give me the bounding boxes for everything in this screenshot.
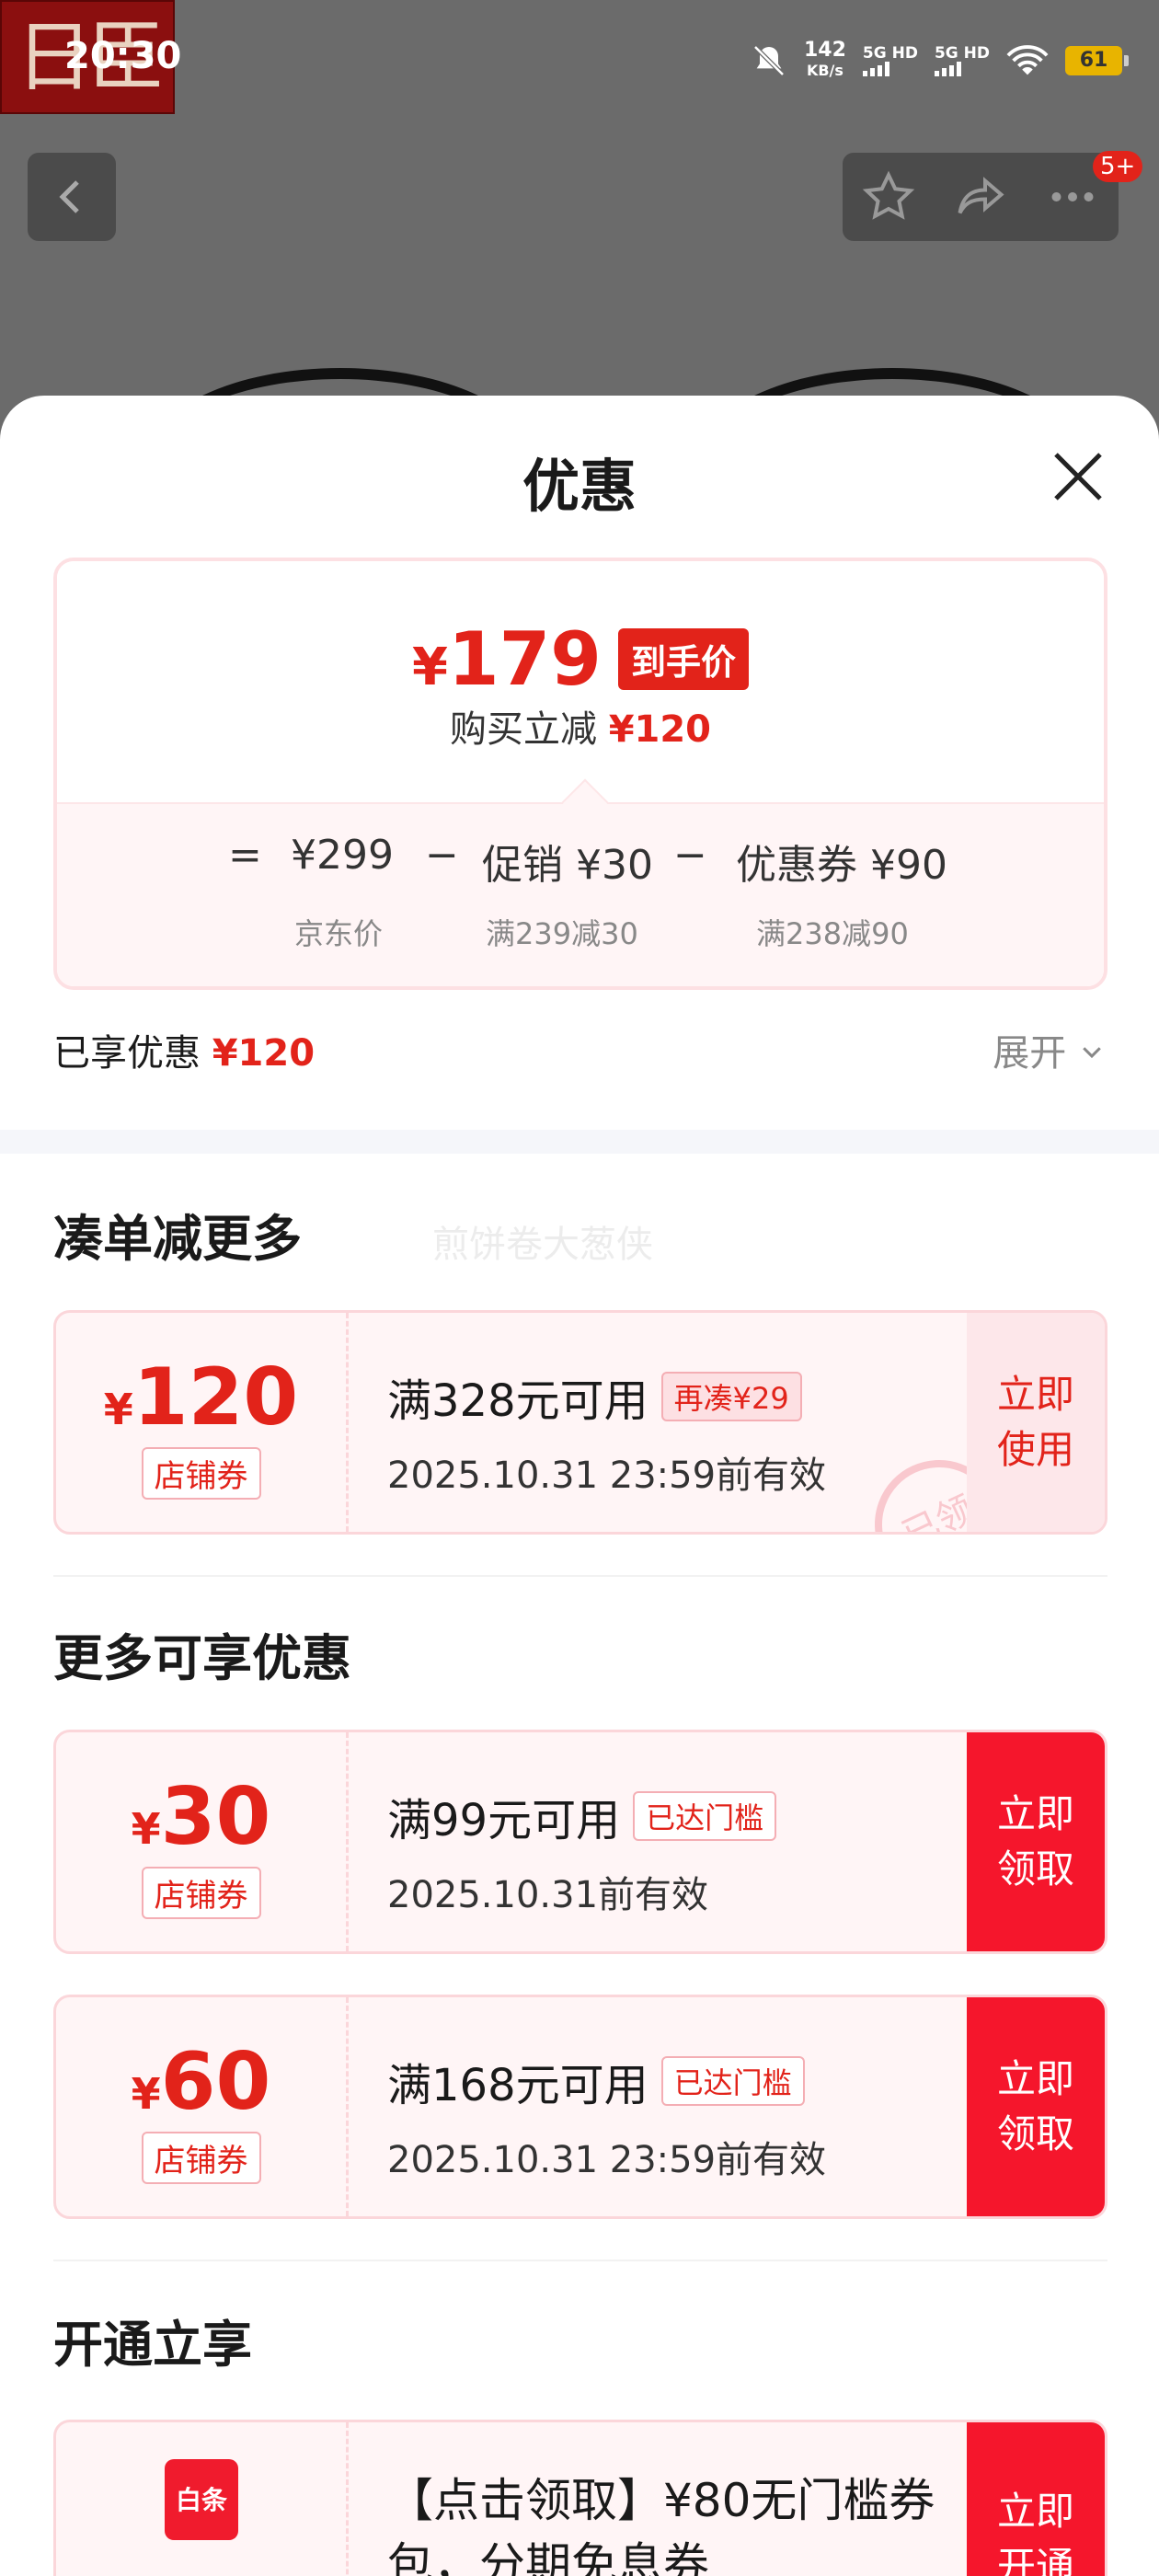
sheet-title: 优惠 bbox=[522, 453, 637, 520]
coupon-type: 店铺券 bbox=[141, 2132, 261, 2184]
base-price-label: 京东价 bbox=[294, 916, 384, 951]
coupon-validity: 2025.10.31前有效 bbox=[387, 1874, 709, 1916]
baitiao-icon: 白条 bbox=[165, 2459, 238, 2540]
coupon-condition: 满99元可用 bbox=[387, 1795, 621, 1846]
base-price: ¥299 bbox=[291, 832, 394, 879]
use-now-button[interactable]: 立即 使用 bbox=[967, 1313, 1105, 1532]
coupon-card: ¥30 店铺券 满99元可用 已达门槛 2025.10.31前有效 立即 领取 bbox=[53, 1730, 1107, 1954]
star-icon[interactable] bbox=[861, 169, 916, 224]
top-actions bbox=[843, 153, 1119, 241]
open-now-button[interactable]: 立即 开通 bbox=[967, 2422, 1105, 2576]
network-speed: 142 KB/s bbox=[803, 39, 846, 80]
more-icon[interactable] bbox=[1045, 169, 1100, 224]
chevron-down-icon bbox=[1083, 1047, 1101, 1059]
close-icon[interactable] bbox=[1045, 443, 1111, 510]
share-icon[interactable] bbox=[953, 169, 1008, 224]
final-price-tag: 到手价 bbox=[617, 628, 749, 690]
status-time: 20:30 bbox=[64, 35, 182, 77]
coupon-label: 满238减90 bbox=[756, 916, 909, 951]
promotion-sheet: 优惠 ¥179 到手价 购买立减 ¥120 = ¥299 京东价 − 促销 ¥3… bbox=[0, 396, 1159, 2576]
signal-icon: 5G HD bbox=[862, 45, 918, 76]
notification-badge: 5+ bbox=[1093, 151, 1143, 182]
coupon-amount: ¥60 bbox=[131, 2036, 271, 2128]
enjoyed-discount: 已享优惠 ¥120 bbox=[53, 1032, 316, 1075]
section-title-more: 更多可享优惠 bbox=[53, 1629, 351, 1687]
expand-button[interactable]: 展开 bbox=[993, 1023, 1106, 1076]
mute-bell-icon bbox=[753, 45, 785, 76]
coupon-card: ¥120 店铺券 满328元可用 再凑¥29 2025.10.31 23:59前有… bbox=[53, 1310, 1107, 1535]
coupon-amount: ¥120 bbox=[103, 1351, 299, 1443]
coupon-condition: 满168元可用 bbox=[387, 2060, 648, 2111]
divider bbox=[53, 2260, 1107, 2261]
coupon-amount: ¥30 bbox=[131, 1771, 271, 1863]
coupon-tag: 已达门槛 bbox=[660, 2056, 805, 2106]
wifi-icon bbox=[1006, 45, 1049, 75]
promo-label: 满239减30 bbox=[486, 916, 638, 951]
coupon-card: ¥60 店铺券 满168元可用 已达门槛 2025.10.31 23:59前有效 … bbox=[53, 1995, 1107, 2219]
back-button[interactable] bbox=[28, 153, 116, 241]
claim-button[interactable]: 立即 领取 bbox=[967, 1997, 1105, 2216]
coupon-type: 店铺券 bbox=[141, 1447, 261, 1500]
coupon-type: 店铺券 bbox=[141, 1867, 261, 1919]
price-summary-card: ¥179 到手价 购买立减 ¥120 = ¥299 京东价 − 促销 ¥30 满… bbox=[53, 558, 1107, 990]
signal-icon: 5G HD bbox=[934, 45, 990, 76]
coupon-validity: 2025.10.31 23:59前有效 bbox=[387, 2139, 827, 2181]
baitiao-card: 白条 京东白条 【点击领取】¥80无门槛券包，分期免息券 立即开通 bbox=[53, 2420, 1107, 2576]
battery-icon: 61 bbox=[1065, 46, 1129, 75]
promo-value: 促销 ¥30 bbox=[482, 842, 653, 889]
claim-button[interactable]: 立即 领取 bbox=[967, 1732, 1105, 1951]
price-formula: = ¥299 京东价 − 促销 ¥30 满239减30 − 优惠券 ¥90 满2… bbox=[57, 802, 1104, 986]
baitiao-name: 京东白条 bbox=[93, 2566, 262, 2576]
section-title-open: 开通立享 bbox=[53, 2316, 252, 2374]
final-price: ¥179 到手价 bbox=[57, 616, 1104, 702]
coupon-condition: 满328元可用 bbox=[387, 1375, 648, 1427]
status-icons: 142 KB/s 5G HD 5G HD 61 bbox=[751, 33, 1129, 88]
status-bar: 日臣 20:30 142 KB/s 5G HD 5G HD 61 bbox=[0, 0, 1159, 120]
back-icon bbox=[59, 180, 79, 213]
coupon-tag: 再凑¥29 bbox=[660, 1372, 802, 1421]
section-title-combine: 凑单减更多 bbox=[53, 1210, 302, 1268]
section-separator bbox=[0, 1130, 1159, 1154]
watermark: 煎饼卷大葱侠 bbox=[432, 1224, 653, 1266]
coupon-value: 优惠券 ¥90 bbox=[736, 842, 947, 889]
coupon-tag: 已达门槛 bbox=[633, 1791, 777, 1841]
divider bbox=[53, 1575, 1107, 1577]
coupon-validity: 2025.10.31 23:59前有效 bbox=[387, 1455, 827, 1497]
baitiao-offer-text: 【点击领取】¥80无门槛券包，分期免息券 bbox=[387, 2474, 935, 2576]
reduce-line: 购买立减 ¥120 bbox=[449, 708, 712, 751]
